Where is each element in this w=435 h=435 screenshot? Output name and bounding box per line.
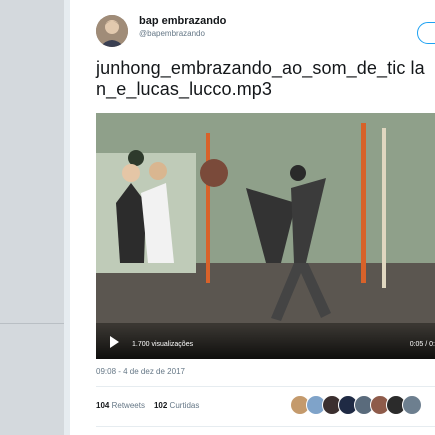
tweet-text: junhong_embrazando_ao_som_de_tic lan_e_l… [96, 58, 425, 99]
left-sidebar [0, 0, 64, 435]
video-duration: 0:05 / 0: [409, 341, 435, 348]
retweets-label: Retweets [111, 401, 145, 410]
liker-avatar[interactable] [402, 395, 422, 415]
view-count: 1.700 visualizações [132, 341, 194, 348]
likes-stat[interactable]: 102 Curtidas [154, 401, 199, 410]
liker-avatars [290, 395, 435, 415]
retweets-stat[interactable]: 104 Retweets [96, 401, 145, 410]
avatar[interactable] [96, 15, 128, 47]
tweet-timestamp[interactable]: 09:08 - 4 de dez de 2017 [96, 367, 185, 376]
video-frame [96, 113, 435, 359]
user-handle[interactable]: @bapembrazando [139, 29, 205, 38]
tweet-card: bap embrazando @bapembrazando junhong_em… [70, 0, 435, 435]
divider [96, 426, 435, 427]
tweet-stats: 104 Retweets 102 Curtidas [96, 401, 199, 410]
sidebar-divider [0, 323, 64, 324]
divider [96, 386, 435, 387]
avatar-image [96, 15, 128, 47]
video-controls: 1.700 visualizações 0:05 / 0: [96, 325, 435, 359]
display-name[interactable]: bap embrazando [139, 15, 226, 27]
retweets-count: 104 [96, 401, 110, 410]
likes-count: 102 [153, 401, 168, 410]
follow-button[interactable] [417, 22, 435, 44]
video-player[interactable]: 1.700 visualizações 0:05 / 0: [96, 113, 435, 359]
play-icon[interactable] [110, 336, 119, 348]
likes-label: Curtidas [169, 401, 200, 410]
